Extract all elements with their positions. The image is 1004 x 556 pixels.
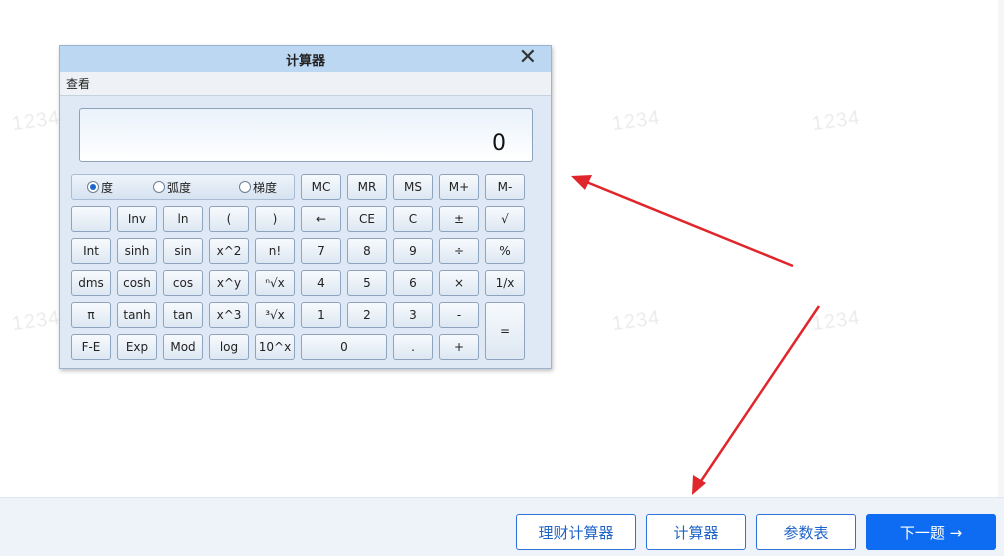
watermark: 1234 xyxy=(610,306,662,336)
key-inv[interactable]: Inv xyxy=(117,206,157,232)
close-icon[interactable]: ✕ xyxy=(519,47,537,69)
key-plus[interactable]: + xyxy=(439,334,479,360)
display-value: 0 xyxy=(492,131,506,156)
arrow-to-calculator-button xyxy=(692,305,821,495)
finance-calculator-button[interactable]: 理财计算器 xyxy=(516,514,636,550)
key-backspace[interactable]: ← xyxy=(301,206,341,232)
key-sqrt[interactable]: √ xyxy=(485,206,525,232)
key-0[interactable]: 0 xyxy=(301,334,387,360)
key-2[interactable]: 2 xyxy=(347,302,387,328)
key-tanh[interactable]: tanh xyxy=(117,302,157,328)
key-cos[interactable]: cos xyxy=(163,270,203,296)
key-sinh[interactable]: sinh xyxy=(117,238,157,264)
key-nth-root[interactable]: ⁿ√x xyxy=(255,270,295,296)
key-reciprocal[interactable]: 1/x xyxy=(485,270,525,296)
radio-gradian-label: 梯度 xyxy=(253,180,278,195)
key-mc[interactable]: MC xyxy=(301,174,341,200)
key-7[interactable]: 7 xyxy=(301,238,341,264)
radio-degree[interactable]: 度 xyxy=(87,179,113,196)
key-exp[interactable]: Exp xyxy=(117,334,157,360)
menu-view[interactable]: 查看 xyxy=(66,75,90,92)
watermark: 1234 xyxy=(810,106,862,136)
calculator-display: 0 xyxy=(79,108,533,162)
key-decimal[interactable]: . xyxy=(393,334,433,360)
key-ms[interactable]: MS xyxy=(393,174,433,200)
key-close-paren[interactable]: ) xyxy=(255,206,295,232)
radio-gradian[interactable]: 梯度 xyxy=(239,179,277,196)
key-multiply[interactable]: × xyxy=(439,270,479,296)
key-ten-power[interactable]: 10^x xyxy=(255,334,295,360)
next-question-button[interactable]: 下一题 → xyxy=(866,514,996,550)
key-minus[interactable]: - xyxy=(439,302,479,328)
key-sin[interactable]: sin xyxy=(163,238,203,264)
key-pi[interactable]: π xyxy=(71,302,111,328)
radio-radian[interactable]: 弧度 xyxy=(153,179,191,196)
key-ce[interactable]: CE xyxy=(347,206,387,232)
key-cube[interactable]: x^3 xyxy=(209,302,249,328)
key-divide[interactable]: ÷ xyxy=(439,238,479,264)
page-scrollbar[interactable] xyxy=(998,0,1004,500)
key-9[interactable]: 9 xyxy=(393,238,433,264)
calculator-window: 计算器 ✕ 查看 0 度 弧度 梯度 MC MR MS M+ M- Inv ln… xyxy=(59,45,552,369)
key-m-minus[interactable]: M- xyxy=(485,174,525,200)
key-cosh[interactable]: cosh xyxy=(117,270,157,296)
key-power[interactable]: x^y xyxy=(209,270,249,296)
key-6[interactable]: 6 xyxy=(393,270,433,296)
radio-degree-indicator xyxy=(87,181,99,193)
key-3[interactable]: 3 xyxy=(393,302,433,328)
key-fe[interactable]: F-E xyxy=(71,334,111,360)
watermark: 1234 xyxy=(610,106,662,136)
key-4[interactable]: 4 xyxy=(301,270,341,296)
watermark: 1234 xyxy=(10,106,62,136)
key-mod[interactable]: Mod xyxy=(163,334,203,360)
key-square[interactable]: x^2 xyxy=(209,238,249,264)
key-ln[interactable]: ln xyxy=(163,206,203,232)
key-1[interactable]: 1 xyxy=(301,302,341,328)
arrow-to-calculator xyxy=(571,175,794,268)
radio-degree-label: 度 xyxy=(101,180,114,195)
key-m-plus[interactable]: M+ xyxy=(439,174,479,200)
calculator-title: 计算器 xyxy=(285,53,325,69)
key-5[interactable]: 5 xyxy=(347,270,387,296)
key-mr[interactable]: MR xyxy=(347,174,387,200)
key-dms[interactable]: dms xyxy=(71,270,111,296)
key-cube-root[interactable]: ³√x xyxy=(255,302,295,328)
radio-radian-indicator xyxy=(153,181,165,193)
calculator-menubar: 查看 xyxy=(60,72,551,96)
radio-gradian-indicator xyxy=(239,181,251,193)
key-factorial[interactable]: n! xyxy=(255,238,295,264)
key-log[interactable]: log xyxy=(209,334,249,360)
watermark: 1234 xyxy=(810,306,862,336)
key-int[interactable]: Int xyxy=(71,238,111,264)
parameter-table-button[interactable]: 参数表 xyxy=(756,514,856,550)
key-plus-minus[interactable]: ± xyxy=(439,206,479,232)
radio-radian-label: 弧度 xyxy=(167,180,192,195)
angle-mode-group: 度 弧度 梯度 xyxy=(71,174,295,200)
key-tan[interactable]: tan xyxy=(163,302,203,328)
key-percent[interactable]: % xyxy=(485,238,525,264)
footer-bar: 理财计算器 计算器 参数表 下一题 → xyxy=(0,497,1004,556)
key-blank[interactable] xyxy=(71,206,111,232)
calculator-button[interactable]: 计算器 xyxy=(646,514,746,550)
calculator-titlebar[interactable]: 计算器 ✕ xyxy=(60,46,551,72)
key-8[interactable]: 8 xyxy=(347,238,387,264)
watermark: 1234 xyxy=(10,306,62,336)
key-equals[interactable]: = xyxy=(485,302,525,360)
key-c[interactable]: C xyxy=(393,206,433,232)
key-open-paren[interactable]: ( xyxy=(209,206,249,232)
